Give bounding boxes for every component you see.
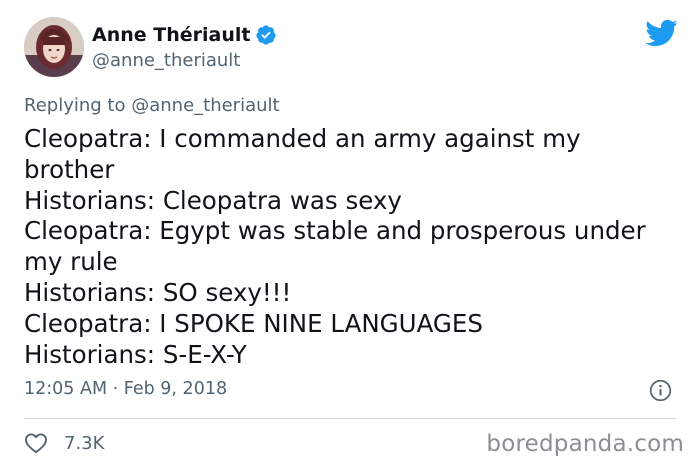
like-button[interactable]: 7.3K (24, 429, 104, 457)
replying-to-label: Replying to (24, 95, 126, 116)
author-name-row: Anne Thériault (92, 23, 277, 47)
author-display-name[interactable]: Anne Thériault (92, 24, 250, 46)
tweet-timestamp[interactable]: 12:05 AM · Feb 9, 2018 (24, 379, 227, 399)
like-count: 7.3K (64, 432, 105, 454)
tweet-line: Cleopatra: I SPOKE NINE LANGUAGES (24, 308, 483, 338)
replying-to-handle[interactable]: @anne_theriault (131, 95, 279, 116)
tweet-line: Historians: S-E-X-Y (24, 339, 247, 369)
author-handle[interactable]: @anne_theriault (92, 50, 240, 71)
replying-to: Replying to @anne_theriault (24, 95, 280, 116)
verified-badge-icon (255, 24, 277, 46)
tweet-line: Historians: Cleopatra was sexy (24, 185, 402, 215)
tweet-line: brother (24, 154, 115, 184)
heart-icon[interactable] (24, 432, 48, 454)
tweet-line: Historians: SO sexy!!! (24, 277, 292, 307)
divider (24, 418, 676, 419)
tweet-line: Cleopatra: I commanded an army against m… (24, 124, 581, 153)
twitter-bird-icon[interactable] (644, 18, 678, 48)
watermark: boredpanda.com (486, 431, 684, 457)
tweet-line: my rule (24, 247, 118, 277)
tweet-text: Cleopatra: I commanded an army against m… (24, 124, 684, 370)
avatar[interactable] (24, 17, 84, 77)
info-icon[interactable] (649, 379, 672, 402)
tweet-card: Anne Thériault @anne_theriault Replying … (0, 0, 700, 471)
tweet-line: Cleopatra: Egypt was stable and prospero… (24, 216, 646, 246)
